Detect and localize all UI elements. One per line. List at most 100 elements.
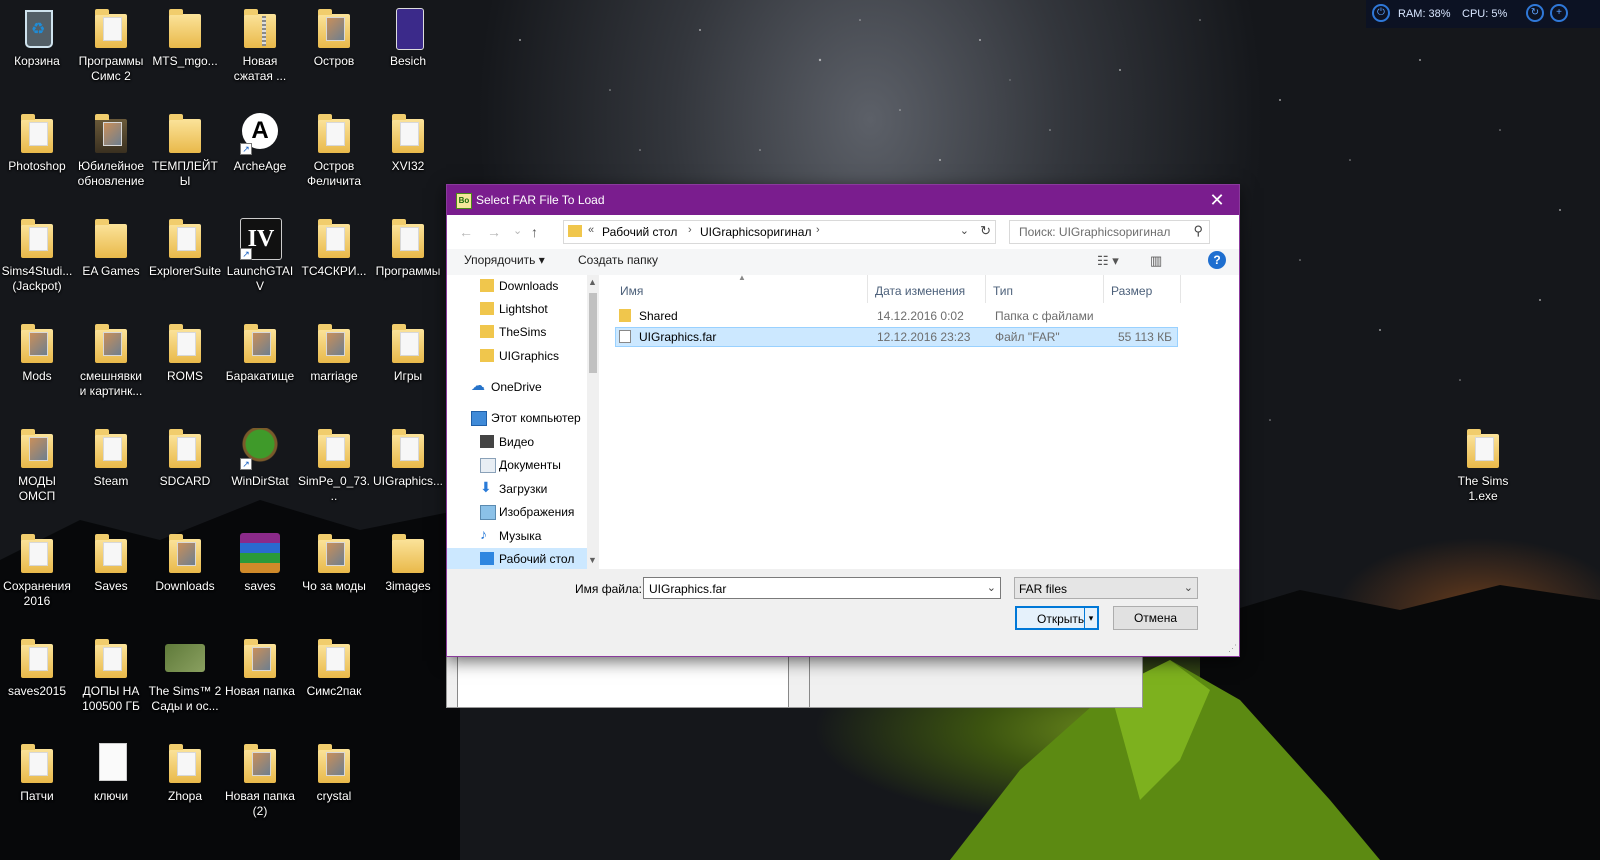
column-header-size[interactable]: Размер	[1104, 275, 1180, 303]
desktop-icon[interactable]: Симс2пак	[297, 636, 371, 699]
desktop-icon[interactable]: Баракатище	[223, 321, 297, 384]
open-split-arrow-icon[interactable]: ▾	[1084, 608, 1097, 628]
recent-locations-icon[interactable]: ⌄	[513, 224, 522, 237]
nav-item-pictures[interactable]: Изображения	[447, 501, 587, 523]
organize-menu-button[interactable]: Упорядочить ▾	[464, 253, 545, 267]
desktop-icon[interactable]: ROMS	[148, 321, 222, 384]
search-input[interactable]: Поиск: UIGraphicsоригинал	[1019, 225, 1170, 239]
add-gauge-icon[interactable]: +	[1550, 4, 1568, 22]
dialog-titlebar[interactable]: Bo Select FAR File To Load ✕	[447, 185, 1239, 215]
address-bar[interactable]: « Рабочий стол › UIGraphicsоригинал › ⌄ …	[563, 220, 996, 244]
desktop-icon[interactable]: SDCARD	[148, 426, 222, 489]
desktop-icon[interactable]: TC4СКРИ...	[297, 216, 371, 279]
nav-item-lightshot[interactable]: Lightshot	[447, 298, 587, 320]
column-divider[interactable]	[1180, 275, 1181, 303]
desktop-icon[interactable]: Zhopa	[148, 741, 222, 804]
breadcrumb-current-folder[interactable]: UIGraphicsоригинал	[700, 225, 811, 239]
desktop-icon[interactable]: UIGraphics...	[371, 426, 445, 489]
nav-item-this-pc[interactable]: Этот компьютер	[447, 407, 587, 429]
back-arrow-icon[interactable]: ←	[459, 224, 473, 240]
desktop-icon[interactable]: ключи	[74, 741, 148, 804]
desktop-icon[interactable]: Патчи	[0, 741, 74, 804]
desktop-icon[interactable]: Новая сжатая ...	[223, 6, 297, 84]
open-button[interactable]: Открыть ▾	[1015, 606, 1099, 630]
help-icon[interactable]: ?	[1208, 251, 1226, 269]
desktop-icon[interactable]: EA Games	[74, 216, 148, 279]
nav-item-desktop[interactable]: Рабочий стол	[447, 548, 587, 569]
scrollbar-thumb[interactable]	[589, 293, 597, 373]
desktop-icon[interactable]: Юбилейное обновление	[74, 111, 148, 189]
breadcrumb-separator-icon[interactable]: ›	[688, 224, 692, 236]
filename-input[interactable]: UIGraphics.far ⌄	[643, 577, 1001, 599]
desktop-icon[interactable]: saves	[223, 531, 297, 594]
desktop-icon[interactable]: Downloads	[148, 531, 222, 594]
desktop-icon[interactable]: Новая папка (2)	[223, 741, 297, 819]
desktop-icon[interactable]: Mods	[0, 321, 74, 384]
nav-pane-scrollbar[interactable]: ▲ ▼	[587, 275, 599, 569]
forward-arrow-icon[interactable]: →	[487, 224, 501, 240]
desktop-icon[interactable]: XVI32	[371, 111, 445, 174]
nav-item-videos[interactable]: Видео	[447, 431, 587, 453]
desktop-icon[interactable]: Steam	[74, 426, 148, 489]
desktop-icon[interactable]: Saves	[74, 531, 148, 594]
desktop-icon[interactable]: Sims4Studi... (Jackpot)	[0, 216, 74, 294]
desktop-icon[interactable]: ExplorerSuite	[148, 216, 222, 279]
desktop-icon[interactable]: Остров Феличита	[297, 111, 371, 189]
file-row-selected[interactable]: UIGraphics.far 12.12.2016 23:23 Файл "FA…	[615, 327, 1178, 347]
nav-item-onedrive[interactable]: ☁ OneDrive	[447, 376, 587, 398]
search-box[interactable]: Поиск: UIGraphicsоригинал ⚲	[1009, 220, 1210, 244]
desktop-icon[interactable]: The Sims™ 2 Сады и ос...	[148, 636, 222, 714]
cancel-button[interactable]: Отмена	[1113, 606, 1198, 630]
new-folder-button[interactable]: Создать папку	[578, 253, 658, 267]
desktop-icon[interactable]: Программы	[371, 216, 445, 279]
column-header-type[interactable]: Тип	[986, 275, 1103, 303]
view-options-icon[interactable]: ☷ ▾	[1097, 253, 1119, 269]
desktop-icon[interactable]: 3images	[371, 531, 445, 594]
breadcrumb-overflow-icon[interactable]: «	[588, 224, 594, 236]
desktop-icon[interactable]: The Sims 1.exe	[1446, 426, 1520, 504]
desktop-icon[interactable]: Остров	[297, 6, 371, 69]
search-icon[interactable]: ⚲	[1193, 223, 1203, 239]
address-dropdown-icon[interactable]: ⌄	[960, 224, 969, 237]
nav-item-thesims[interactable]: TheSims	[447, 321, 587, 343]
desktop-icon[interactable]: ↗ WinDirStat	[223, 426, 297, 489]
desktop-icon[interactable]: IV ↗ LaunchGTAIV	[223, 216, 297, 294]
desktop-icon[interactable]: Корзина	[0, 6, 74, 69]
file-row[interactable]: Shared 14.12.2016 0:02 Папка с файлами	[615, 306, 1178, 326]
refresh-gauge-icon[interactable]: ↻	[1526, 4, 1544, 22]
desktop-icon[interactable]: МОДЫ ОМСП	[0, 426, 74, 504]
filetype-dropdown-icon[interactable]: ⌄	[1184, 581, 1193, 594]
refresh-icon[interactable]: ↻	[980, 223, 991, 239]
breadcrumb-separator-icon[interactable]: ›	[816, 224, 820, 236]
desktop-icon[interactable]: Сохранения 2016	[0, 531, 74, 609]
desktop-icon[interactable]: Photoshop	[0, 111, 74, 174]
desktop-icon[interactable]: marriage	[297, 321, 371, 384]
column-header-name[interactable]: Имя	[599, 275, 867, 303]
desktop-icon[interactable]: crystal	[297, 741, 371, 804]
desktop-icon[interactable]: Новая папка	[223, 636, 297, 699]
filetype-select[interactable]: FAR files ⌄	[1014, 577, 1198, 599]
desktop-icon[interactable]: A ↗ ArcheAge	[223, 111, 297, 174]
close-icon[interactable]: ✕	[1195, 185, 1239, 215]
desktop-icon[interactable]: MTS_mgo...	[148, 6, 222, 69]
column-header-date[interactable]: Дата изменения	[868, 275, 985, 303]
desktop-icon[interactable]: Besich	[371, 6, 445, 69]
nav-item-music[interactable]: ♪ Музыка	[447, 525, 587, 547]
nav-item-downloads-folder[interactable]: Downloads	[447, 275, 587, 297]
monitor-gauge-icon[interactable]: ⏻	[1372, 4, 1390, 22]
breadcrumb-desktop[interactable]: Рабочий стол	[602, 225, 677, 239]
desktop-icon[interactable]: SimPe_0_73...	[297, 426, 371, 504]
desktop-icon[interactable]: saves2015	[0, 636, 74, 699]
nav-item-uigraphics[interactable]: UIGraphics	[447, 345, 587, 367]
filename-dropdown-icon[interactable]: ⌄	[987, 581, 996, 594]
desktop-icon[interactable]: Программы Симс 2	[74, 6, 148, 84]
nav-item-documents[interactable]: Документы	[447, 454, 587, 476]
desktop-icon[interactable]: смешнявки и картинк...	[74, 321, 148, 399]
up-arrow-icon[interactable]: ↑	[531, 224, 538, 240]
preview-pane-icon[interactable]: ▥	[1150, 253, 1162, 269]
desktop-icon[interactable]: Игры	[371, 321, 445, 384]
desktop-icon[interactable]: ТЕМПЛЕЙТЫ	[148, 111, 222, 189]
desktop-icon[interactable]: ДОПЫ НА 100500 ГБ	[74, 636, 148, 714]
desktop-icon[interactable]: Чо за моды	[297, 531, 371, 594]
resize-grip-icon[interactable]: ⋰	[1228, 643, 1237, 654]
